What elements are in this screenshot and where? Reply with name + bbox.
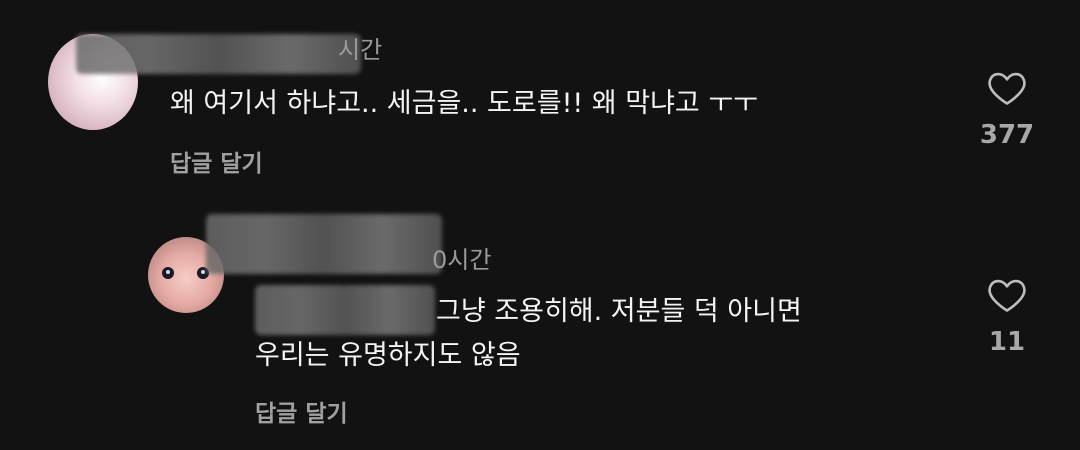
reply-button[interactable]: 답글 달기 [255,394,348,428]
redacted-username [76,34,361,74]
redacted-mention [255,285,435,335]
comment-text: 왜 여기서 하냐고.. 세금을.. 도로를!! 왜 막냐고 ㅜㅜ [170,88,759,119]
comment-text-line-1: 그냥 조용히해. 저분들 덕 아니면 [436,296,802,327]
like-count: 11 [988,327,1026,357]
like-count: 377 [979,120,1035,150]
reply-button[interactable]: 답글 달기 [170,144,263,178]
comment-text-line-2: 우리는 유명하지도 않음 [255,340,521,371]
like-button[interactable]: 377 [972,70,1042,150]
like-button[interactable]: 11 [972,277,1042,357]
avatar-eye [162,267,174,279]
heart-icon[interactable] [987,70,1027,106]
comment-timestamp: 0시간 [432,246,492,274]
heart-icon[interactable] [987,277,1027,313]
redacted-username [206,214,442,274]
comment-timestamp: 시간 [338,36,383,64]
